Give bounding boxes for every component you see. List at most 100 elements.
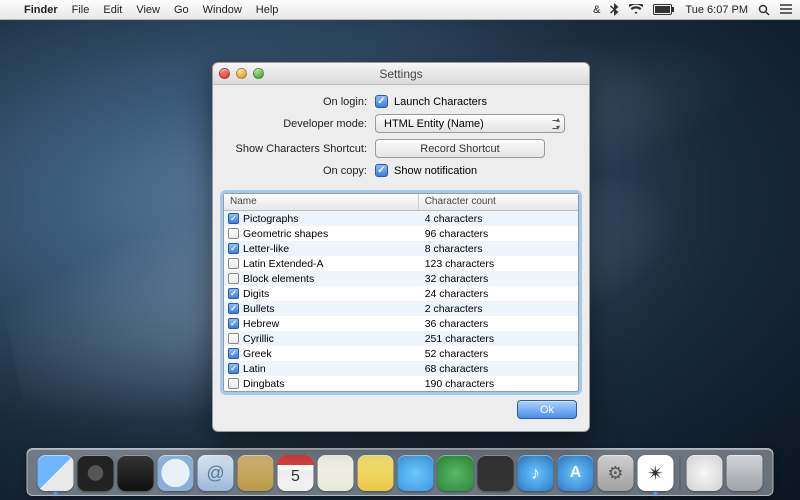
row-checkbox[interactable] xyxy=(228,378,239,389)
row-checkbox[interactable] xyxy=(228,243,239,254)
table-row[interactable]: Letter-like 8 characters xyxy=(224,241,578,256)
row-checkbox[interactable] xyxy=(228,273,239,284)
row-name: Dingbats xyxy=(243,378,284,390)
row-name: Cyrillic xyxy=(243,333,274,345)
row-checkbox[interactable] xyxy=(228,213,239,224)
dock-itunes-icon[interactable] xyxy=(518,455,554,491)
row-count: 190 characters xyxy=(419,378,578,390)
checkbox-show-notification-label: Show notification xyxy=(394,165,477,177)
row-count: 4 characters xyxy=(419,213,578,225)
ok-button[interactable]: Ok xyxy=(517,400,577,419)
row-count: 8 characters xyxy=(419,243,578,255)
row-name: Letter-like xyxy=(243,243,289,255)
dock-mail-icon[interactable] xyxy=(198,455,234,491)
row-checkbox[interactable] xyxy=(228,303,239,314)
label-on-login: On login: xyxy=(227,96,375,108)
table-row[interactable]: Hebrew 36 characters xyxy=(224,316,578,331)
record-shortcut-label: Record Shortcut xyxy=(420,143,499,155)
dock-calendar-icon[interactable] xyxy=(278,455,314,491)
dock-reminders-icon[interactable] xyxy=(318,455,354,491)
column-header-count[interactable]: Character count xyxy=(419,194,578,210)
dock-contacts-icon[interactable] xyxy=(238,455,274,491)
notification-center-icon[interactable] xyxy=(780,4,792,15)
dock-characters-icon[interactable] xyxy=(638,455,674,491)
checkbox-launch-characters-label: Launch Characters xyxy=(394,96,487,108)
row-name: Hebrew xyxy=(243,318,279,330)
table-row[interactable]: Geometric shapes 96 characters xyxy=(224,226,578,241)
record-shortcut-button[interactable]: Record Shortcut xyxy=(375,139,545,158)
dock-mission-control-icon[interactable] xyxy=(118,455,154,491)
dock-trash-icon[interactable] xyxy=(727,455,763,491)
table-row[interactable]: Greek 52 characters xyxy=(224,346,578,361)
table-row[interactable]: Dingbats 190 characters xyxy=(224,376,578,391)
row-checkbox[interactable] xyxy=(228,333,239,344)
select-developer-mode-value: HTML Entity (Name) xyxy=(384,118,484,130)
dock-downloads-icon[interactable] xyxy=(687,455,723,491)
titlebar[interactable]: Settings xyxy=(213,63,589,85)
wifi-icon[interactable] xyxy=(629,4,643,15)
row-checkbox[interactable] xyxy=(228,228,239,239)
dock-launchpad-icon[interactable] xyxy=(78,455,114,491)
table-row[interactable]: Latin Extended-A 123 characters xyxy=(224,256,578,271)
menu-file[interactable]: File xyxy=(72,4,90,16)
dock-photo-booth-icon[interactable] xyxy=(478,455,514,491)
table-row[interactable]: Bullets 2 characters xyxy=(224,301,578,316)
row-checkbox[interactable] xyxy=(228,363,239,374)
bluetooth-icon[interactable] xyxy=(610,3,619,16)
dock-system-preferences-icon[interactable] xyxy=(598,455,634,491)
label-developer-mode: Developer mode: xyxy=(227,118,375,130)
menu-go[interactable]: Go xyxy=(174,4,189,16)
row-count: 36 characters xyxy=(419,318,578,330)
table-row[interactable]: Block elements32 characters xyxy=(224,271,578,286)
menu-help[interactable]: Help xyxy=(256,4,279,16)
row-name: Latin Extended-A xyxy=(243,258,324,270)
row-name: Bullets xyxy=(243,303,275,315)
checkbox-launch-characters[interactable] xyxy=(375,95,388,108)
label-on-copy: On copy: xyxy=(227,165,375,177)
row-count: 52 characters xyxy=(419,348,578,360)
battery-icon[interactable] xyxy=(653,4,675,15)
table-row[interactable]: Pictographs 4 characters xyxy=(224,211,578,226)
table-row[interactable]: Latin 68 characters xyxy=(224,361,578,376)
menu-view[interactable]: View xyxy=(136,4,160,16)
categories-table: Name Character count Pictographs 4 charac… xyxy=(223,193,579,392)
row-checkbox[interactable] xyxy=(228,348,239,359)
window-title: Settings xyxy=(213,67,589,81)
app-menu[interactable]: Finder xyxy=(24,4,58,16)
row-checkbox[interactable] xyxy=(228,258,239,269)
dock-notes-icon[interactable] xyxy=(358,455,394,491)
table-row[interactable]: Digits 24 characters xyxy=(224,286,578,301)
user-icon[interactable]: & xyxy=(593,4,600,16)
row-name: Latin xyxy=(243,363,266,375)
spotlight-icon[interactable] xyxy=(758,4,770,16)
row-name: Pictographs xyxy=(243,213,298,225)
row-count: 2 characters xyxy=(419,303,578,315)
menubar: Finder File Edit View Go Window Help & T… xyxy=(0,0,800,20)
checkbox-show-notification[interactable] xyxy=(375,164,388,177)
ok-button-label: Ok xyxy=(540,404,554,416)
dock-facetime-icon[interactable] xyxy=(438,455,474,491)
dock-finder-icon[interactable] xyxy=(38,455,74,491)
row-count: 96 characters xyxy=(419,228,578,240)
row-count: 68 characters xyxy=(419,363,578,375)
menu-edit[interactable]: Edit xyxy=(103,4,122,16)
row-checkbox[interactable] xyxy=(228,288,239,299)
clock[interactable]: Tue 6:07 PM xyxy=(685,4,748,16)
select-developer-mode[interactable]: HTML Entity (Name) ▴▾ xyxy=(375,114,565,133)
settings-window: Settings On login: Launch Characters Dev… xyxy=(212,62,590,432)
row-name: Greek xyxy=(243,348,272,360)
label-shortcut: Show Characters Shortcut: xyxy=(227,143,375,155)
column-header-name[interactable]: Name xyxy=(224,194,419,210)
table-row[interactable]: Cyrillic 251 characters xyxy=(224,331,578,346)
dock-messages-icon[interactable] xyxy=(398,455,434,491)
dock-separator xyxy=(680,455,681,491)
row-count: 24 characters xyxy=(419,288,578,300)
row-name: Geometric shapes xyxy=(243,228,328,240)
row-count: 123 characters xyxy=(419,258,578,270)
menu-window[interactable]: Window xyxy=(203,4,242,16)
row-name: Digits xyxy=(243,288,269,300)
dock-safari-icon[interactable] xyxy=(158,455,194,491)
dock-app-store-icon[interactable] xyxy=(558,455,594,491)
row-checkbox[interactable] xyxy=(228,318,239,329)
row-count: 251 characters xyxy=(419,333,578,345)
